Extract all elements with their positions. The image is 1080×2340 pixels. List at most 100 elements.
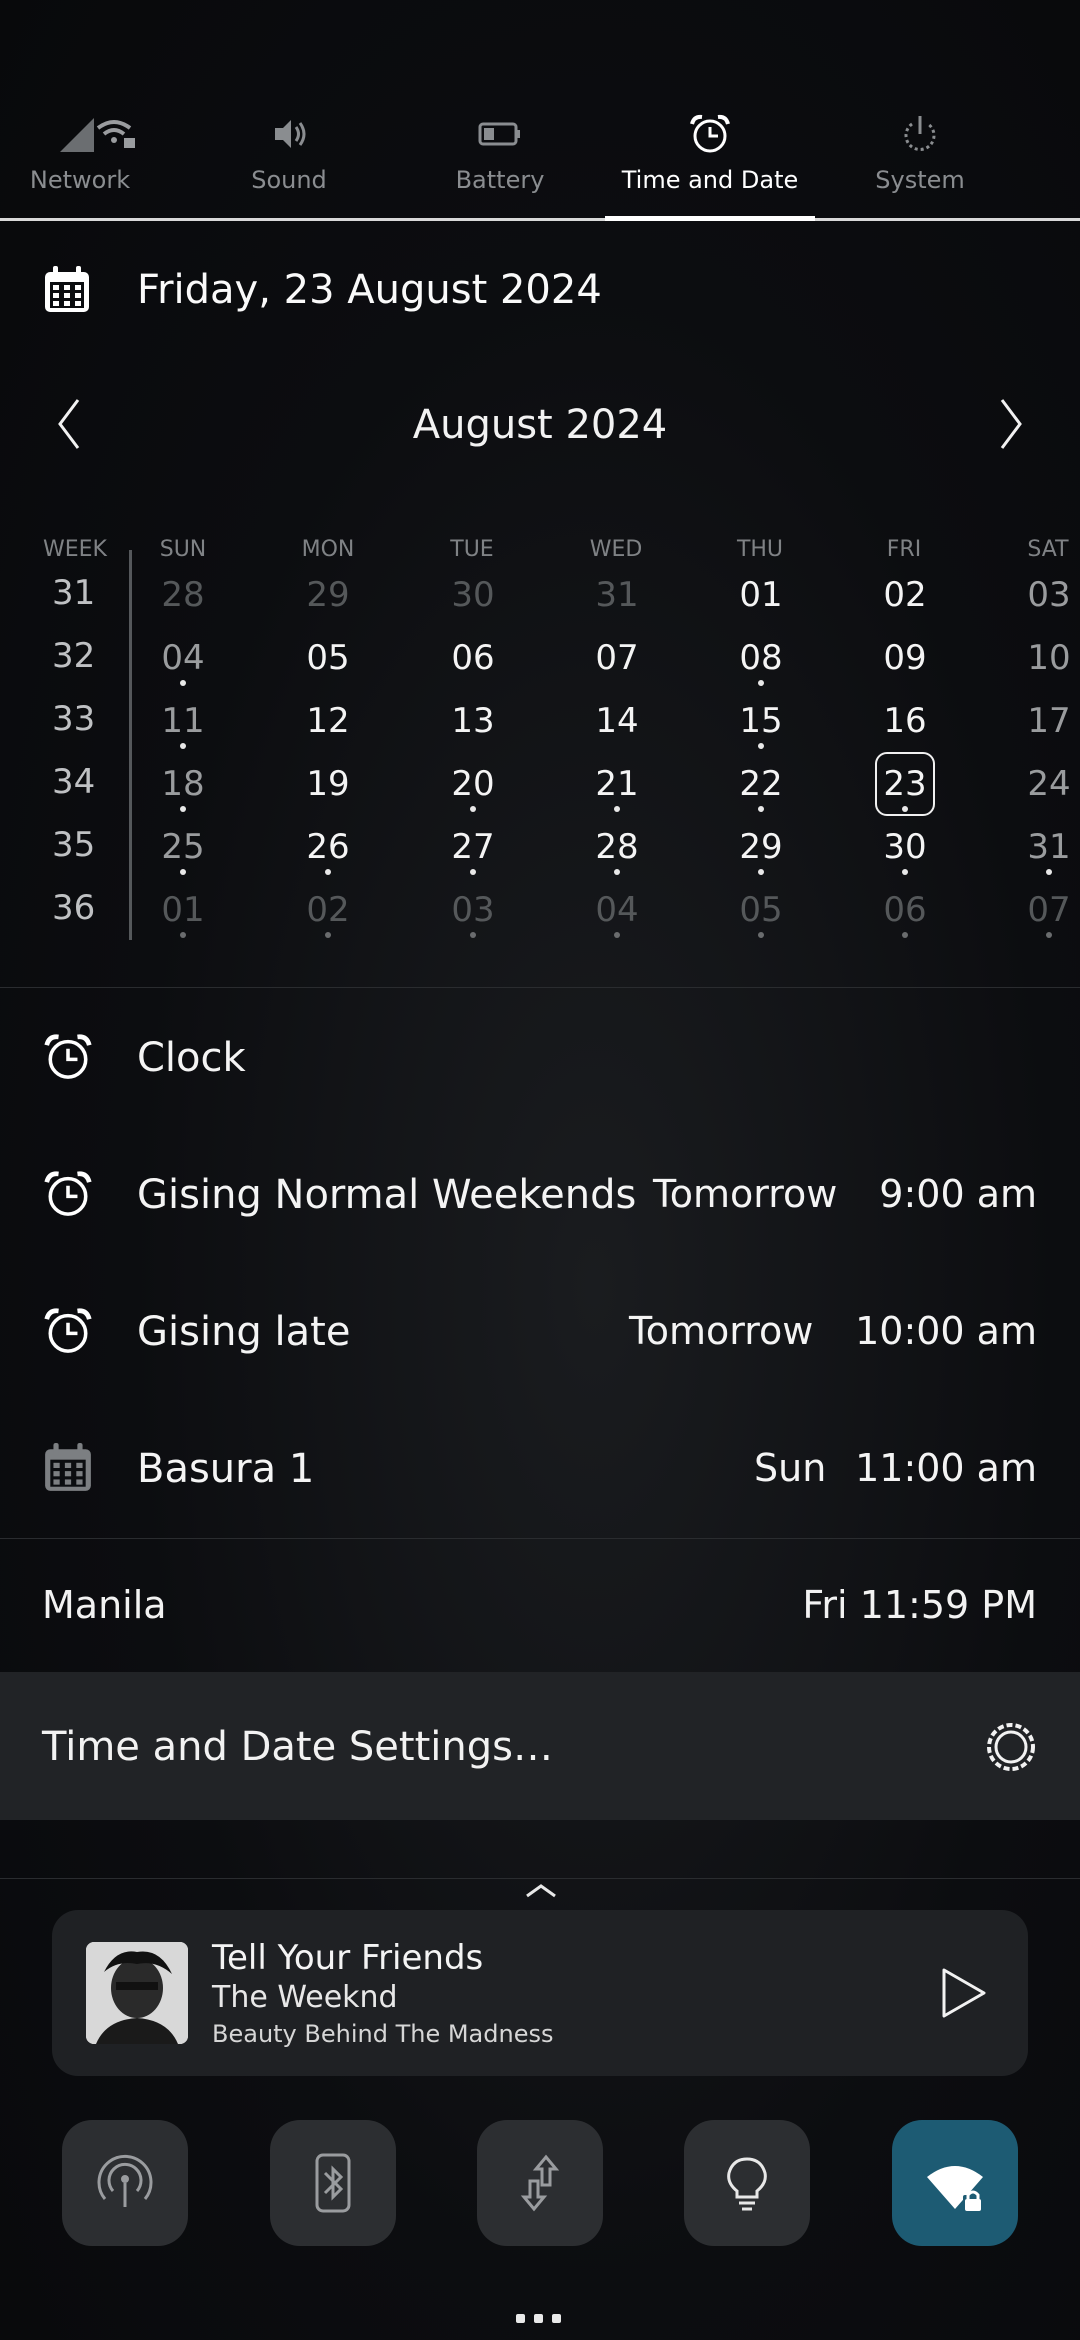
calendar-day[interactable]: 25: [138, 817, 228, 877]
calendar-day-label: 25: [161, 827, 205, 867]
calendar-day[interactable]: 29: [716, 817, 806, 877]
alarm-clock-icon: [690, 114, 730, 153]
calendar-day[interactable]: 03: [428, 880, 518, 940]
calendar-day-label: 17: [1027, 701, 1071, 741]
calendar-day[interactable]: 08: [716, 628, 806, 688]
chevron-right-icon[interactable]: [992, 394, 1032, 454]
calendar-day[interactable]: 18: [138, 754, 228, 814]
calendar-day-label: 04: [161, 638, 205, 678]
event-time: 9:00 am: [879, 1172, 1037, 1216]
calendar-day[interactable]: 05: [716, 880, 806, 940]
calendar-day-label: 05: [739, 890, 783, 930]
calendar-day[interactable]: 30: [860, 817, 950, 877]
wifi-toggle[interactable]: [892, 2120, 1018, 2246]
calendar-day[interactable]: 24: [1004, 754, 1080, 814]
calendar-day[interactable]: 09: [860, 628, 950, 688]
bluetooth-toggle[interactable]: [270, 2120, 396, 2246]
chevron-up-icon[interactable]: [525, 1882, 557, 1898]
weekday-header: SAT: [1027, 537, 1069, 562]
event-dot: [470, 806, 476, 812]
calendar-day[interactable]: 02: [860, 565, 950, 625]
calendar-day[interactable]: 02: [283, 880, 373, 940]
event-row-alarm[interactable]: Gising Normal Weekends Tomorrow 9:00 am: [0, 1150, 1080, 1240]
calendar-day-label: 11: [161, 701, 205, 741]
calendar-day[interactable]: 06: [428, 628, 518, 688]
calendar-day[interactable]: 30: [428, 565, 518, 625]
calendar-day[interactable]: 17: [1004, 691, 1080, 751]
alarm-clock-icon: [44, 1171, 92, 1216]
calendar-day[interactable]: 01: [138, 880, 228, 940]
event-dot: [758, 806, 764, 812]
calendar-day-label: 04: [595, 890, 639, 930]
calendar-day[interactable]: 03: [1004, 565, 1080, 625]
event-row-calendar[interactable]: Basura 1 Sun 11:00 am: [0, 1424, 1080, 1514]
event-dot: [902, 932, 908, 938]
calendar-day[interactable]: 04: [572, 880, 662, 940]
event-dot: [614, 869, 620, 875]
calendar-day[interactable]: 07: [1004, 880, 1080, 940]
calendar-day-label: 28: [595, 827, 639, 867]
weekday-header: WEEK: [43, 537, 107, 562]
calendar-day[interactable]: 13: [428, 691, 518, 751]
event-row-alarm[interactable]: Gising late Tomorrow 10:00 am: [0, 1287, 1080, 1377]
data-transfer-icon: [520, 2154, 560, 2212]
calendar-day[interactable]: 31: [1004, 817, 1080, 877]
power-icon: [904, 116, 936, 151]
calendar-day[interactable]: 31: [572, 565, 662, 625]
calendar-day[interactable]: 20: [428, 754, 518, 814]
calendar-day[interactable]: 29: [283, 565, 373, 625]
calendar-day-label: 12: [306, 701, 350, 741]
calendar-day-label: 05: [306, 638, 350, 678]
event-day: Tomorrow: [629, 1309, 814, 1353]
weekday-header: THU: [736, 537, 784, 562]
calendar-day[interactable]: 21: [572, 754, 662, 814]
tab-system[interactable]: System: [850, 100, 990, 218]
more-dots-icon[interactable]: [516, 2314, 566, 2324]
month-navigation: August 2024: [0, 390, 1080, 470]
calendar-day[interactable]: 10: [1004, 628, 1080, 688]
calendar-day[interactable]: 01: [716, 565, 806, 625]
calendar-day[interactable]: 22: [716, 754, 806, 814]
weekday-header: FRI: [886, 537, 922, 562]
calendar-day-label: 10: [1027, 638, 1071, 678]
calendar-day[interactable]: 23: [860, 752, 950, 816]
battery-icon: [478, 122, 520, 146]
alarm-clock-icon: [44, 1308, 92, 1353]
tab-network[interactable]: Network: [10, 100, 150, 218]
event-dot: [1046, 869, 1052, 875]
calendar-day[interactable]: 12: [283, 691, 373, 751]
timezone-row[interactable]: Manila Fri 11:59 PM: [0, 1545, 1080, 1665]
calendar-day-label: 09: [883, 638, 927, 678]
event-row-clock[interactable]: Clock: [0, 1013, 1080, 1103]
current-date-row[interactable]: Friday, 23 August 2024: [0, 255, 1080, 335]
flashlight-toggle[interactable]: [684, 2120, 810, 2246]
tab-sound[interactable]: Sound: [219, 100, 359, 218]
calendar-day[interactable]: 11: [138, 691, 228, 751]
tab-time-and-date[interactable]: Time and Date: [605, 100, 815, 218]
calendar-day[interactable]: 26: [283, 817, 373, 877]
calendar-day[interactable]: 06: [860, 880, 950, 940]
data-transfer-toggle[interactable]: [477, 2120, 603, 2246]
calendar-day[interactable]: 15: [716, 691, 806, 751]
calendar-day[interactable]: 14: [572, 691, 662, 751]
event-dot: [902, 869, 908, 875]
event-dot: [180, 869, 186, 875]
calendar-day[interactable]: 16: [860, 691, 950, 751]
tab-label: Network: [29, 166, 131, 194]
hotspot-toggle[interactable]: [62, 2120, 188, 2246]
play-icon[interactable]: [930, 1962, 992, 2024]
calendar-day[interactable]: 19: [283, 754, 373, 814]
weekday-header: TUE: [450, 537, 494, 562]
calendar-day[interactable]: 07: [572, 628, 662, 688]
week-number: 33: [52, 699, 96, 739]
tab-label: Battery: [455, 166, 545, 194]
media-player[interactable]: Tell Your Friends The Weeknd Beauty Behi…: [52, 1910, 1028, 2076]
calendar-day[interactable]: 04: [138, 628, 228, 688]
bluetooth-icon: [315, 2153, 351, 2213]
calendar-day[interactable]: 28: [572, 817, 662, 877]
calendar-day[interactable]: 28: [138, 565, 228, 625]
calendar-day[interactable]: 27: [428, 817, 518, 877]
calendar-day[interactable]: 05: [283, 628, 373, 688]
tab-battery[interactable]: Battery: [430, 100, 570, 218]
time-and-date-settings-button[interactable]: Time and Date Settings…: [0, 1672, 1080, 1820]
